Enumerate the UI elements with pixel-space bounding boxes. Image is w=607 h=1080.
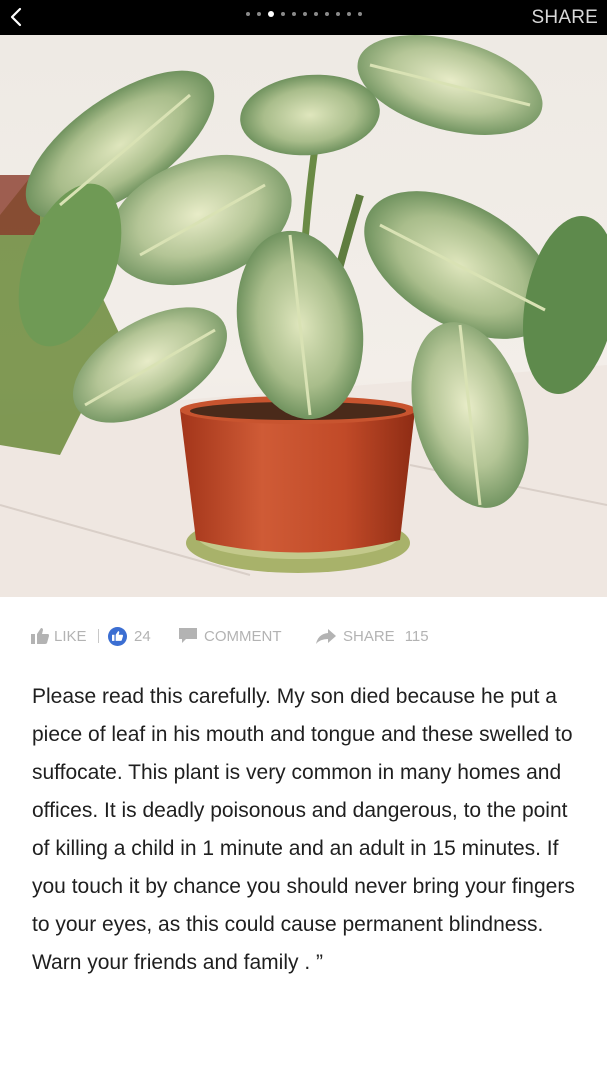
slide-dot[interactable]: [256, 12, 261, 16]
slide-dot[interactable]: [324, 12, 329, 16]
comment-button[interactable]: COMMENT: [179, 619, 282, 653]
slide-dot[interactable]: [291, 12, 296, 16]
share-label: SHARE: [343, 627, 395, 645]
slide-indicator: [0, 11, 607, 17]
post-caption: Please read this carefully. My son died …: [32, 685, 575, 974]
like-count: 24: [134, 627, 151, 645]
slide-dot[interactable]: [280, 12, 285, 16]
slide-dot[interactable]: [346, 12, 351, 16]
slide-dot[interactable]: [357, 12, 362, 16]
comment-icon: [179, 628, 197, 643]
top-bar: SHARE: [0, 0, 607, 35]
share-button-top[interactable]: SHARE: [532, 7, 598, 29]
like-count-badge[interactable]: 24: [108, 619, 151, 653]
like-badge-icon: [108, 626, 127, 646]
slide-dot[interactable]: [267, 11, 274, 17]
thumbs-up-icon: [31, 628, 49, 644]
slide-dot[interactable]: [313, 12, 318, 16]
comment-label: COMMENT: [204, 627, 282, 645]
chevron-left-icon: [10, 7, 22, 27]
slide-dot[interactable]: [302, 12, 307, 16]
like-button[interactable]: LIKE: [31, 619, 87, 653]
action-bar: LIKE 24 COMMENT SHARE 115: [0, 619, 607, 653]
slide-dot[interactable]: [245, 12, 250, 16]
like-label: LIKE: [54, 627, 87, 645]
back-button[interactable]: [6, 4, 26, 30]
like-divider: [98, 629, 99, 643]
share-button[interactable]: SHARE 115: [316, 619, 429, 653]
post-photo: [0, 35, 607, 597]
share-arrow-icon: [316, 628, 336, 644]
share-count: 115: [404, 627, 429, 645]
slide-dot[interactable]: [335, 12, 340, 16]
potted-plant-image: [0, 35, 607, 597]
